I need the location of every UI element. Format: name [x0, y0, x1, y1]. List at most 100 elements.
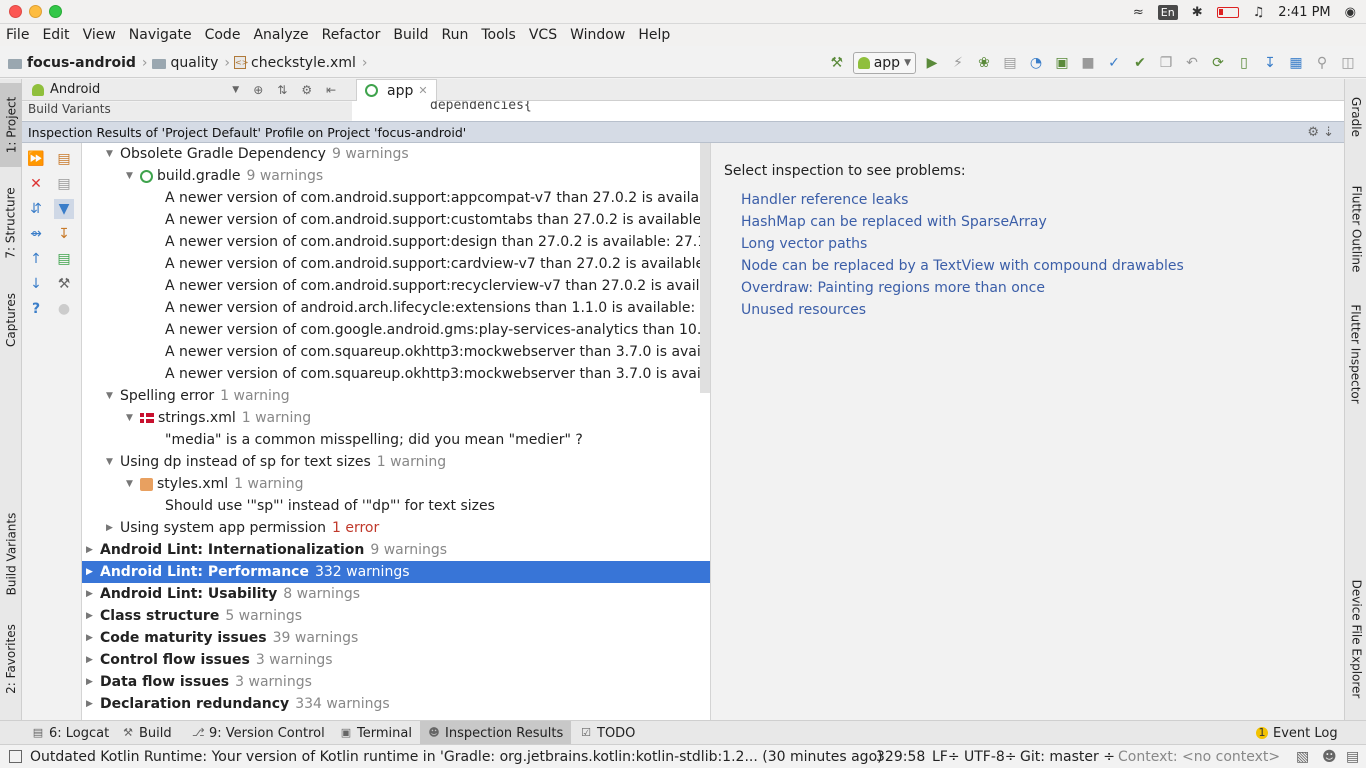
- tool-tab-favorites[interactable]: 2: Favorites: [0, 619, 22, 699]
- filter-icon[interactable]: ▼: [54, 199, 74, 219]
- collapse-arrow-icon[interactable]: ▶: [86, 677, 100, 687]
- tree-row-problem[interactable]: "media" is a common misspelling; did you…: [82, 429, 710, 451]
- locate-target-icon[interactable]: ⊕: [253, 83, 263, 97]
- tool-tab-gradle[interactable]: Gradle: [1345, 87, 1366, 147]
- file-encoding[interactable]: UTF-8÷: [964, 749, 1017, 765]
- bottom-tab-terminal[interactable]: ▣ Terminal: [332, 721, 420, 745]
- menu-build[interactable]: Build: [393, 27, 428, 43]
- volume-icon[interactable]: ♫: [1253, 5, 1265, 20]
- expand-arrow-icon[interactable]: ▼: [126, 413, 140, 423]
- expand-arrow-icon[interactable]: ▼: [106, 149, 120, 159]
- collapse-arrow-icon[interactable]: ▶: [86, 589, 100, 599]
- vcs-update-icon[interactable]: ✓: [1104, 53, 1124, 73]
- expand-all-icon[interactable]: ⇵: [26, 199, 46, 219]
- tree-row-category[interactable]: ▶ Android Lint: Usability 8 warnings: [82, 583, 710, 605]
- menu-vcs[interactable]: VCS: [529, 27, 557, 43]
- revert-icon[interactable]: ↶: [1182, 53, 1202, 73]
- layout-icon[interactable]: ◫: [1338, 53, 1358, 73]
- inspection-link[interactable]: Unused resources: [741, 302, 866, 318]
- collapse-arrow-icon[interactable]: ▶: [86, 567, 100, 577]
- project-view-mode-select[interactable]: Android: [50, 82, 100, 97]
- tool-tab-project[interactable]: 1: Project: [0, 83, 22, 167]
- menu-tools[interactable]: Tools: [481, 27, 516, 43]
- breadcrumb-project[interactable]: focus-android: [27, 55, 136, 71]
- help-icon[interactable]: ?: [26, 299, 46, 319]
- tree-row-problem[interactable]: A newer version of com.android.support:c…: [82, 253, 710, 275]
- bottom-tab-inspection-results[interactable]: ☻ Inspection Results: [420, 721, 572, 745]
- menu-file[interactable]: File: [6, 27, 29, 43]
- chevron-down-icon[interactable]: ▼: [232, 85, 239, 95]
- tree-row-category[interactable]: ▶ Class structure 5 warnings: [82, 605, 710, 627]
- next-arrow-down-icon[interactable]: ↓: [26, 274, 46, 294]
- sync-gradle-icon[interactable]: ⟳: [1208, 53, 1228, 73]
- collapse-arrow-icon[interactable]: ▶: [86, 699, 100, 709]
- clock[interactable]: 2:41 PM: [1278, 5, 1330, 20]
- collapse-arrow-icon[interactable]: ▶: [86, 545, 100, 555]
- battery-icon[interactable]: [1216, 6, 1239, 18]
- make-project-hammer-icon[interactable]: ⚒: [827, 53, 847, 73]
- apply-changes-icon[interactable]: ⚡: [948, 53, 968, 73]
- line-separator[interactable]: LF÷: [932, 749, 960, 765]
- expand-arrow-icon[interactable]: ▼: [106, 457, 120, 467]
- menu-window[interactable]: Window: [570, 27, 625, 43]
- window-close-button[interactable]: [9, 5, 22, 18]
- tree-row-problem[interactable]: A newer version of com.squareup.okhttp3:…: [82, 363, 710, 385]
- caret-position[interactable]: 329:58: [876, 749, 925, 765]
- keyboard-layout-indicator[interactable]: En: [1157, 4, 1178, 20]
- tree-row-category[interactable]: ▶ Data flow issues 3 warnings: [82, 671, 710, 693]
- menu-run[interactable]: Run: [442, 27, 469, 43]
- inspection-link[interactable]: Overdraw: Painting regions more than onc…: [741, 280, 1045, 296]
- tool-tab-flutter-outline[interactable]: Flutter Outline: [1345, 179, 1366, 279]
- group-by-icon[interactable]: ▤: [54, 174, 74, 194]
- menu-analyze[interactable]: Analyze: [253, 27, 308, 43]
- stop-icon[interactable]: ■: [1078, 53, 1098, 73]
- previous-arrow-up-icon[interactable]: ↑: [26, 249, 46, 269]
- collapse-all-icon[interactable]: ⇅: [277, 83, 287, 97]
- debug-bug-icon[interactable]: ❀: [974, 53, 994, 73]
- sdk-manager-icon[interactable]: ↧: [1260, 53, 1280, 73]
- wifi-icon[interactable]: ≈: [1133, 5, 1144, 20]
- inspection-link[interactable]: HashMap can be replaced with SparseArray: [741, 214, 1047, 230]
- tree-row-file[interactable]: ▼ styles.xml 1 warning: [82, 473, 710, 495]
- editor-tab-app[interactable]: app ✕: [356, 79, 437, 101]
- attach-debugger-icon[interactable]: ▣: [1052, 53, 1072, 73]
- breadcrumb-folder[interactable]: quality: [171, 55, 219, 71]
- export-file-icon[interactable]: ▤: [54, 249, 74, 269]
- expand-arrow-icon[interactable]: ▼: [126, 479, 140, 489]
- project-structure-icon[interactable]: ▦: [1286, 53, 1306, 73]
- inspection-link[interactable]: Long vector paths: [741, 236, 867, 252]
- collapse-arrow-icon[interactable]: ▶: [86, 655, 100, 665]
- run-play-icon[interactable]: ▶: [922, 53, 942, 73]
- tool-tab-device-file-explorer[interactable]: Device File Explorer: [1345, 569, 1366, 709]
- run-configuration-select[interactable]: app ▼: [852, 52, 916, 74]
- breadcrumb-file[interactable]: checkstyle.xml: [251, 55, 356, 71]
- tool-tab-structure[interactable]: 7: Structure: [0, 179, 22, 267]
- tool-tab-build-variants[interactable]: Build Variants: [0, 499, 22, 609]
- close-icon[interactable]: ✕: [418, 84, 427, 97]
- tree-row-file[interactable]: ▼ strings.xml 1 warning: [82, 407, 710, 429]
- menu-navigate[interactable]: Navigate: [129, 27, 192, 43]
- menu-edit[interactable]: Edit: [42, 27, 69, 43]
- tree-horizontal-clip-scrollbar[interactable]: [700, 143, 710, 393]
- bluetooth-icon[interactable]: ✱: [1192, 5, 1203, 20]
- event-log-icon[interactable]: ▤: [1346, 749, 1359, 765]
- tree-row-category[interactable]: ▶ Code maturity issues 39 warnings: [82, 627, 710, 649]
- status-message[interactable]: Outdated Kotlin Runtime: Your version of…: [30, 749, 883, 765]
- lightbulb-icon[interactable]: ●: [54, 299, 74, 319]
- expand-arrow-icon[interactable]: ▼: [106, 391, 120, 401]
- profiler-gauge-icon[interactable]: ◔: [1026, 53, 1046, 73]
- tool-tab-captures[interactable]: Captures: [0, 284, 22, 356]
- tree-row-category[interactable]: ▶ Android Lint: Internationalization 9 w…: [82, 539, 710, 561]
- hide-pane-icon[interactable]: ⇤: [326, 83, 336, 97]
- expand-arrow-icon[interactable]: ▼: [126, 171, 140, 181]
- menu-code[interactable]: Code: [205, 27, 241, 43]
- tree-row-category-selected[interactable]: ▶ Android Lint: Performance 332 warnings: [82, 561, 710, 583]
- tree-row-problem[interactable]: A newer version of com.android.support:c…: [82, 209, 710, 231]
- gear-icon[interactable]: ⚙ ⇣: [1307, 125, 1334, 140]
- bottom-tab-version-control[interactable]: ⎇ 9: Version Control: [184, 721, 333, 745]
- tree-row-problem[interactable]: Should use '"sp"' instead of '"dp"' for …: [82, 495, 710, 517]
- window-maximize-button[interactable]: [49, 5, 62, 18]
- collapse-arrow-icon[interactable]: ▶: [86, 611, 100, 621]
- tree-row-group[interactable]: ▼ Using dp instead of sp for text sizes …: [82, 451, 710, 473]
- tree-row-problem[interactable]: A newer version of com.squareup.okhttp3:…: [82, 341, 710, 363]
